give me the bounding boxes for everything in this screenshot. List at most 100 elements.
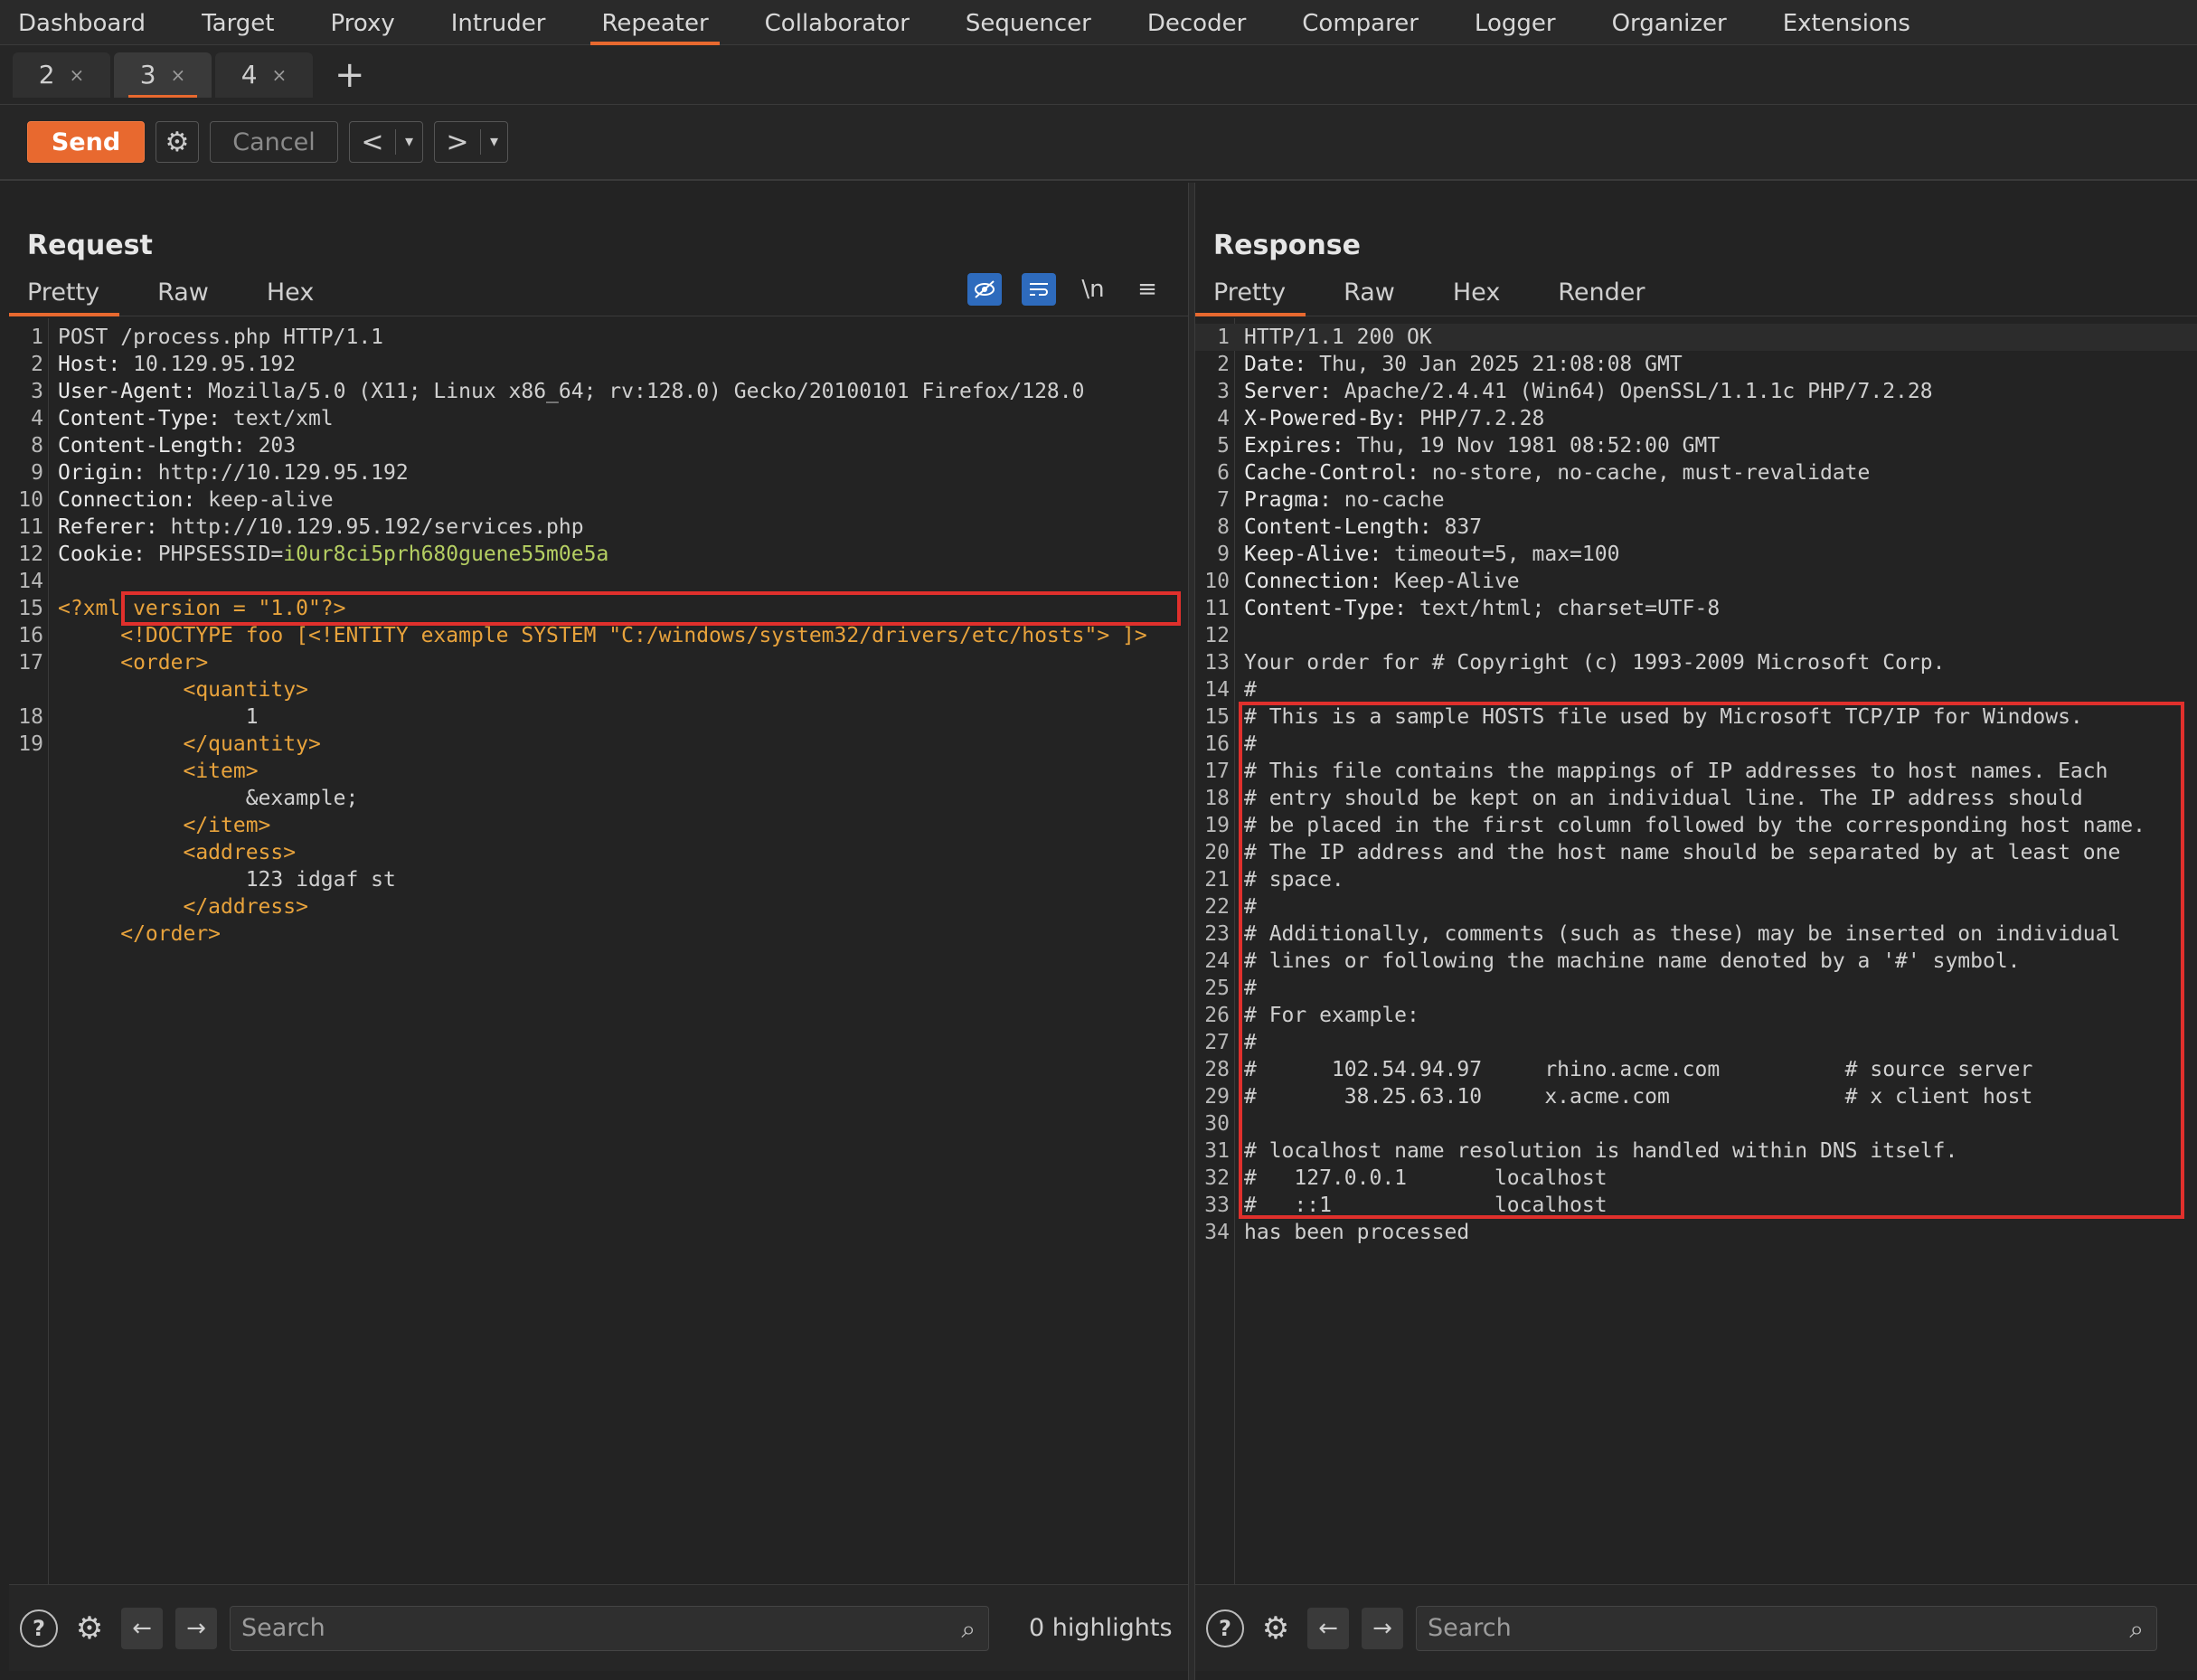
code-line: 4 X-Powered-By: PHP/7.2.28 bbox=[1195, 405, 2197, 432]
header-value: # bbox=[1244, 732, 1257, 756]
header-name: Content-Length: bbox=[58, 434, 246, 458]
word-wrap-icon[interactable] bbox=[1022, 273, 1056, 306]
line-number: 4 bbox=[31, 407, 43, 430]
code-line: </address> bbox=[9, 893, 1188, 920]
line-content: <order> bbox=[58, 649, 208, 676]
nav-dashboard[interactable]: Dashboard bbox=[18, 0, 146, 45]
send-settings-button[interactable]: ⚙ bbox=[156, 121, 199, 163]
help-icon[interactable]: ? bbox=[1206, 1609, 1244, 1647]
response-tab-raw[interactable]: Raw bbox=[1325, 278, 1422, 316]
line-content: </order> bbox=[58, 920, 221, 948]
cancel-button[interactable]: Cancel bbox=[210, 121, 338, 163]
nav-extensions[interactable]: Extensions bbox=[1783, 0, 1910, 45]
chevron-down-icon[interactable]: ▾ bbox=[395, 129, 422, 155]
header-value: &example; bbox=[58, 787, 359, 810]
code-line: 8 Content-Length: 203 bbox=[9, 432, 1188, 459]
nav-collaborator[interactable]: Collaborator bbox=[765, 0, 910, 45]
gear-icon[interactable]: ⚙ bbox=[1257, 1610, 1295, 1647]
nav-target[interactable]: Target bbox=[202, 0, 274, 45]
arrow-right-icon[interactable]: → bbox=[175, 1607, 217, 1649]
code-line: &example; bbox=[9, 785, 1188, 812]
pane-divider[interactable] bbox=[1188, 183, 1195, 1680]
line-number: 21 bbox=[1204, 868, 1230, 892]
nav-organizer[interactable]: Organizer bbox=[1612, 0, 1727, 45]
close-icon[interactable]: × bbox=[171, 64, 186, 86]
line-number: 3 bbox=[1217, 380, 1230, 403]
nav-decoder[interactable]: Decoder bbox=[1147, 0, 1246, 45]
repeater-tab-4[interactable]: 4 × bbox=[215, 52, 313, 98]
nav-repeater[interactable]: Repeater bbox=[590, 0, 720, 45]
request-editor-icons: \n ≡ bbox=[967, 273, 1165, 306]
nav-intruder[interactable]: Intruder bbox=[451, 0, 546, 45]
line-number: 34 bbox=[1204, 1221, 1230, 1244]
code-line: 14 bbox=[9, 568, 1188, 595]
code-line: 18 # entry should be kept on an individua… bbox=[1195, 785, 2197, 812]
add-tab-icon[interactable]: + bbox=[335, 57, 365, 93]
response-tab-pretty[interactable]: Pretty bbox=[1195, 278, 1313, 316]
response-search-input[interactable]: Search ⌕ bbox=[1416, 1605, 2157, 1651]
line-number: 17 bbox=[1204, 760, 1230, 783]
arrow-right-icon[interactable]: → bbox=[1362, 1607, 1403, 1649]
request-editor[interactable]: 1 POST /process.php HTTP/1.1 2 Host: 10.129… bbox=[9, 318, 1188, 1584]
request-tab-raw[interactable]: Raw bbox=[139, 278, 236, 316]
nav-proxy[interactable]: Proxy bbox=[331, 0, 395, 45]
repeater-tab-3[interactable]: 3 × bbox=[114, 52, 212, 98]
search-placeholder: Search bbox=[1428, 1614, 1512, 1642]
line-content: </quantity> bbox=[58, 731, 320, 758]
code-line: 15 <?xml version = "1.0"?> bbox=[9, 595, 1188, 622]
history-back-button[interactable]: < ▾ bbox=[349, 121, 423, 163]
arrow-left-icon[interactable]: ← bbox=[121, 1607, 163, 1649]
code-line: 20 # The IP address and the host name sho… bbox=[1195, 839, 2197, 866]
xml-markup: <?xml version = "1.0"?> bbox=[58, 597, 346, 620]
hide-nonprintable-icon[interactable] bbox=[967, 273, 1002, 306]
history-forward-button[interactable]: > ▾ bbox=[434, 121, 508, 163]
chevron-left-icon[interactable]: < bbox=[350, 127, 395, 158]
nav-logger[interactable]: Logger bbox=[1475, 0, 1556, 45]
line-content: Your order for # Copyright (c) 1993-2009… bbox=[1244, 649, 1945, 676]
response-lines: 1 HTTP/1.1 200 OK 2 Date: Thu, 30 Jan 2025 … bbox=[1195, 324, 2197, 1246]
line-content: </item> bbox=[58, 812, 270, 839]
header-value: text/xml bbox=[221, 407, 334, 430]
header-name: User-Agent: bbox=[58, 380, 196, 403]
request-tab-hex[interactable]: Hex bbox=[249, 278, 341, 316]
chevron-right-icon[interactable]: > bbox=[435, 127, 480, 158]
arrow-left-icon[interactable]: ← bbox=[1307, 1607, 1349, 1649]
close-icon[interactable]: × bbox=[272, 64, 288, 86]
line-content: POST /process.php HTTP/1.1 bbox=[58, 324, 383, 351]
line-number: 8 bbox=[31, 434, 43, 458]
gear-icon[interactable]: ⚙ bbox=[71, 1610, 108, 1647]
chevron-down-icon[interactable]: ▾ bbox=[480, 129, 507, 155]
close-icon[interactable]: × bbox=[70, 64, 85, 86]
line-number: 15 bbox=[1204, 705, 1230, 729]
line-number: 6 bbox=[1217, 461, 1230, 485]
line-content: # entry should be kept on an individual … bbox=[1244, 785, 2083, 812]
response-tab-hex[interactable]: Hex bbox=[1435, 278, 1527, 316]
code-line: 24 # lines or following the machine name … bbox=[1195, 948, 2197, 975]
header-value: 10.129.95.192 bbox=[120, 353, 297, 376]
line-number: 2 bbox=[1217, 353, 1230, 376]
line-content: &example; bbox=[58, 785, 359, 812]
header-name: Connection: bbox=[1244, 570, 1382, 593]
help-icon[interactable]: ? bbox=[20, 1609, 58, 1647]
newline-icon[interactable]: \n bbox=[1076, 276, 1110, 303]
top-nav: Dashboard Target Proxy Intruder Repeater… bbox=[0, 0, 2197, 45]
code-line: <item> bbox=[9, 758, 1188, 785]
request-tab-pretty[interactable]: Pretty bbox=[9, 278, 127, 316]
line-number: 22 bbox=[1204, 895, 1230, 919]
nav-comparer[interactable]: Comparer bbox=[1302, 0, 1419, 45]
repeater-tab-2[interactable]: 2 × bbox=[13, 52, 110, 98]
line-content: <address> bbox=[58, 839, 296, 866]
code-line: 15 # This is a sample HOSTS file used by … bbox=[1195, 703, 2197, 731]
request-search-input[interactable]: Search ⌕ bbox=[230, 1605, 989, 1651]
response-editor[interactable]: 1 HTTP/1.1 200 OK 2 Date: Thu, 30 Jan 2025 … bbox=[1195, 318, 2197, 1584]
line-content: Server: Apache/2.4.41 (Win64) OpenSSL/1.… bbox=[1244, 378, 1933, 405]
code-line: 10 Connection: keep-alive bbox=[9, 486, 1188, 514]
line-content: Cookie: PHPSESSID=i0ur8ci5prh680guene55m… bbox=[58, 541, 608, 568]
line-number: 19 bbox=[18, 732, 43, 756]
nav-sequencer[interactable]: Sequencer bbox=[966, 0, 1091, 45]
repeater-tab-bar: 2 × 3 × 4 × + bbox=[0, 45, 2197, 105]
header-value: no-store, no-cache, must-revalidate bbox=[1419, 461, 1871, 485]
send-button[interactable]: Send bbox=[27, 121, 145, 163]
menu-icon[interactable]: ≡ bbox=[1130, 276, 1165, 303]
response-tab-render[interactable]: Render bbox=[1540, 278, 1672, 316]
